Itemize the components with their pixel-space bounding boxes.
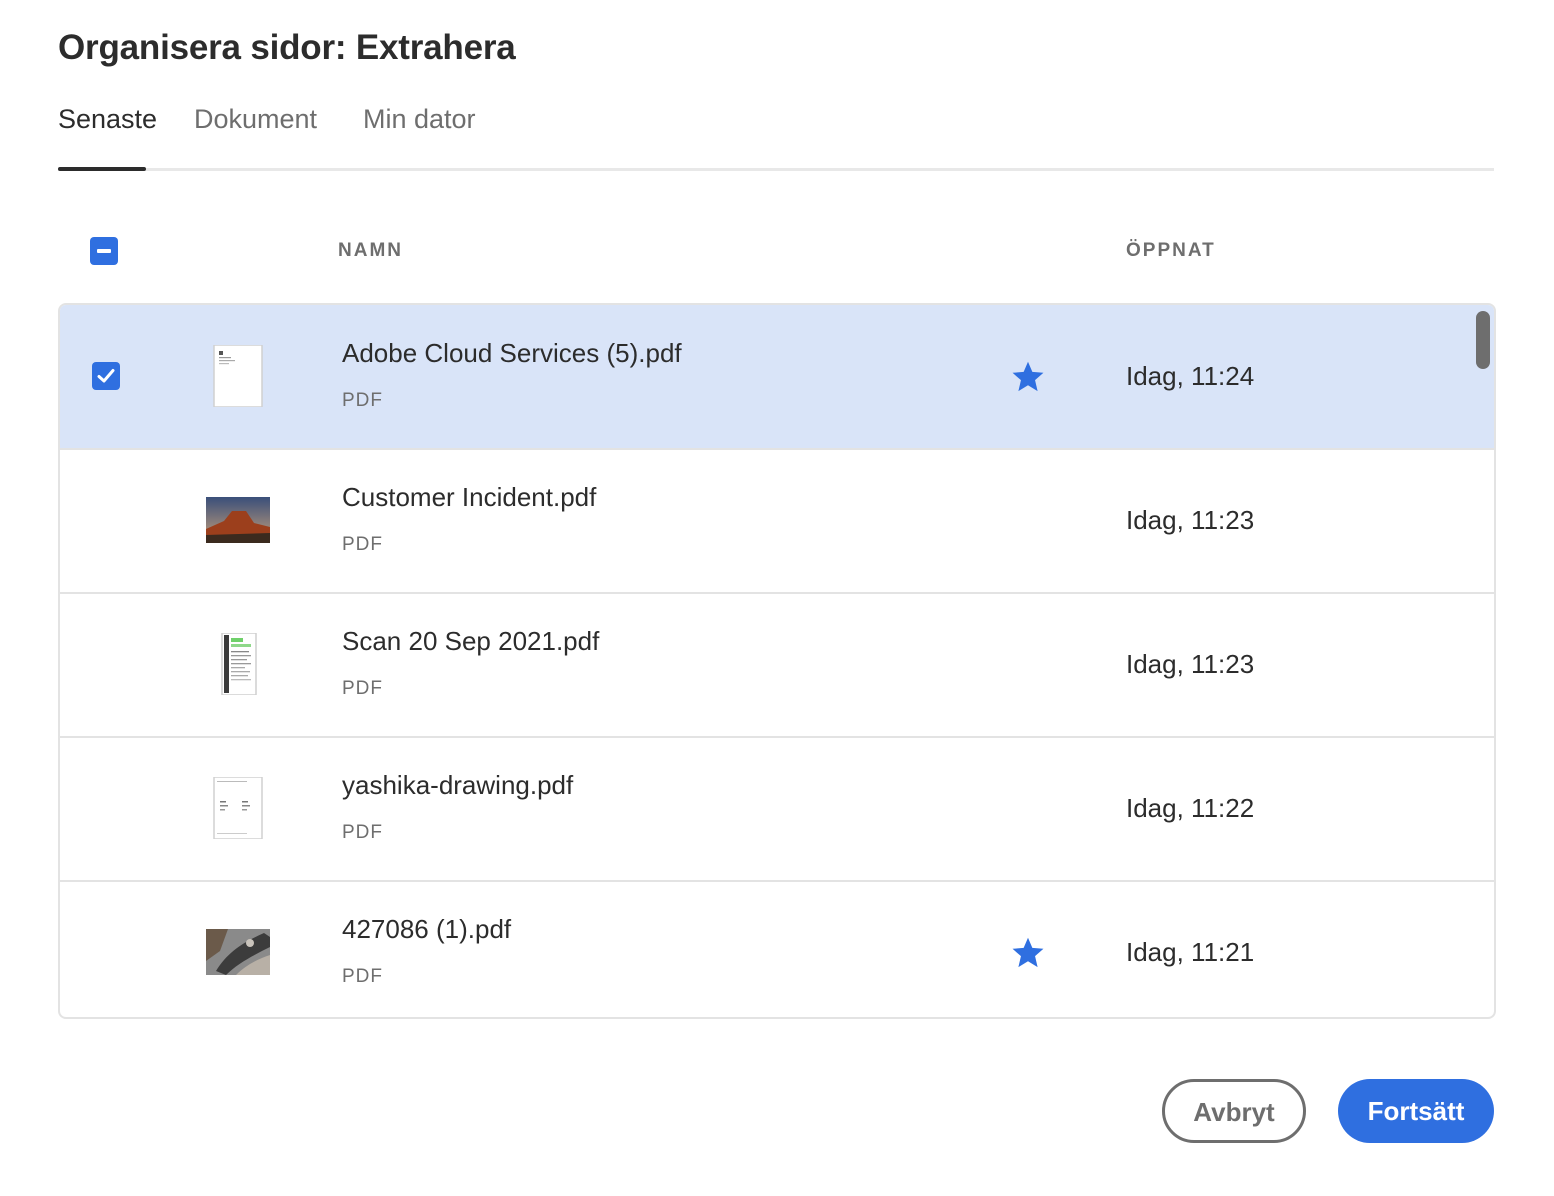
document-thumbnail bbox=[213, 345, 263, 407]
scrollbar-thumb[interactable] bbox=[1476, 311, 1490, 369]
file-name: Customer Incident.pdf bbox=[342, 482, 597, 512]
tab-bar: Senaste Dokument Min dator bbox=[58, 96, 1494, 171]
table-row[interactable]: Adobe Cloud Services (5).pdf PDF Idag, 1… bbox=[60, 305, 1494, 450]
table-row[interactable]: Customer Incident.pdf PDF Idag, 11:23 bbox=[60, 449, 1494, 594]
active-tab-indicator bbox=[58, 167, 146, 171]
dialog-title: Organisera sidor: Extrahera bbox=[58, 28, 516, 67]
opened-date: Idag, 11:21 bbox=[1126, 937, 1255, 967]
scanned-page-thumbnail bbox=[221, 633, 257, 695]
file-type: PDF bbox=[342, 678, 383, 699]
star-icon[interactable] bbox=[1010, 359, 1046, 395]
opened-date: Idag, 11:24 bbox=[1126, 361, 1255, 391]
file-name: 427086 (1).pdf bbox=[342, 914, 512, 944]
opened-date: Idag, 11:22 bbox=[1126, 793, 1255, 823]
star-icon[interactable] bbox=[1010, 935, 1046, 971]
checkmark-icon bbox=[97, 369, 115, 383]
file-list: Adobe Cloud Services (5).pdf PDF Idag, 1… bbox=[58, 303, 1496, 1019]
file-name: yashika-drawing.pdf bbox=[342, 770, 574, 800]
row-checkbox[interactable] bbox=[92, 362, 120, 390]
select-all-checkbox[interactable] bbox=[90, 237, 118, 265]
tab-senaste[interactable]: Senaste bbox=[58, 104, 157, 135]
opened-date: Idag, 11:23 bbox=[1126, 505, 1255, 535]
file-type: PDF bbox=[342, 966, 383, 987]
file-name: Adobe Cloud Services (5).pdf bbox=[342, 338, 682, 368]
file-name: Scan 20 Sep 2021.pdf bbox=[342, 626, 600, 656]
table-row[interactable]: yashika-drawing.pdf PDF Idag, 11:22 bbox=[60, 737, 1494, 882]
continue-button[interactable]: Fortsätt bbox=[1338, 1079, 1494, 1143]
column-header-opened[interactable]: ÖPPNAT bbox=[1126, 240, 1216, 262]
drawing-page-thumbnail bbox=[213, 777, 263, 839]
photo-thumbnail bbox=[206, 929, 270, 975]
opened-date: Idag, 11:23 bbox=[1126, 649, 1255, 679]
table-row[interactable]: 427086 (1).pdf PDF Idag, 11:21 bbox=[60, 881, 1494, 1017]
landscape-photo-thumbnail bbox=[206, 497, 270, 543]
table-header: NAMN ÖPPNAT bbox=[58, 216, 1494, 286]
file-type: PDF bbox=[342, 822, 383, 843]
file-type: PDF bbox=[342, 390, 383, 411]
table-row[interactable]: Scan 20 Sep 2021.pdf PDF Idag, 11:23 bbox=[60, 593, 1494, 738]
tab-dokument[interactable]: Dokument bbox=[194, 104, 317, 135]
cancel-button[interactable]: Avbryt bbox=[1162, 1079, 1306, 1143]
tab-min-dator[interactable]: Min dator bbox=[363, 104, 476, 135]
indeterminate-dash-icon bbox=[97, 249, 111, 253]
column-header-name[interactable]: NAMN bbox=[338, 240, 403, 262]
file-type: PDF bbox=[342, 534, 383, 555]
